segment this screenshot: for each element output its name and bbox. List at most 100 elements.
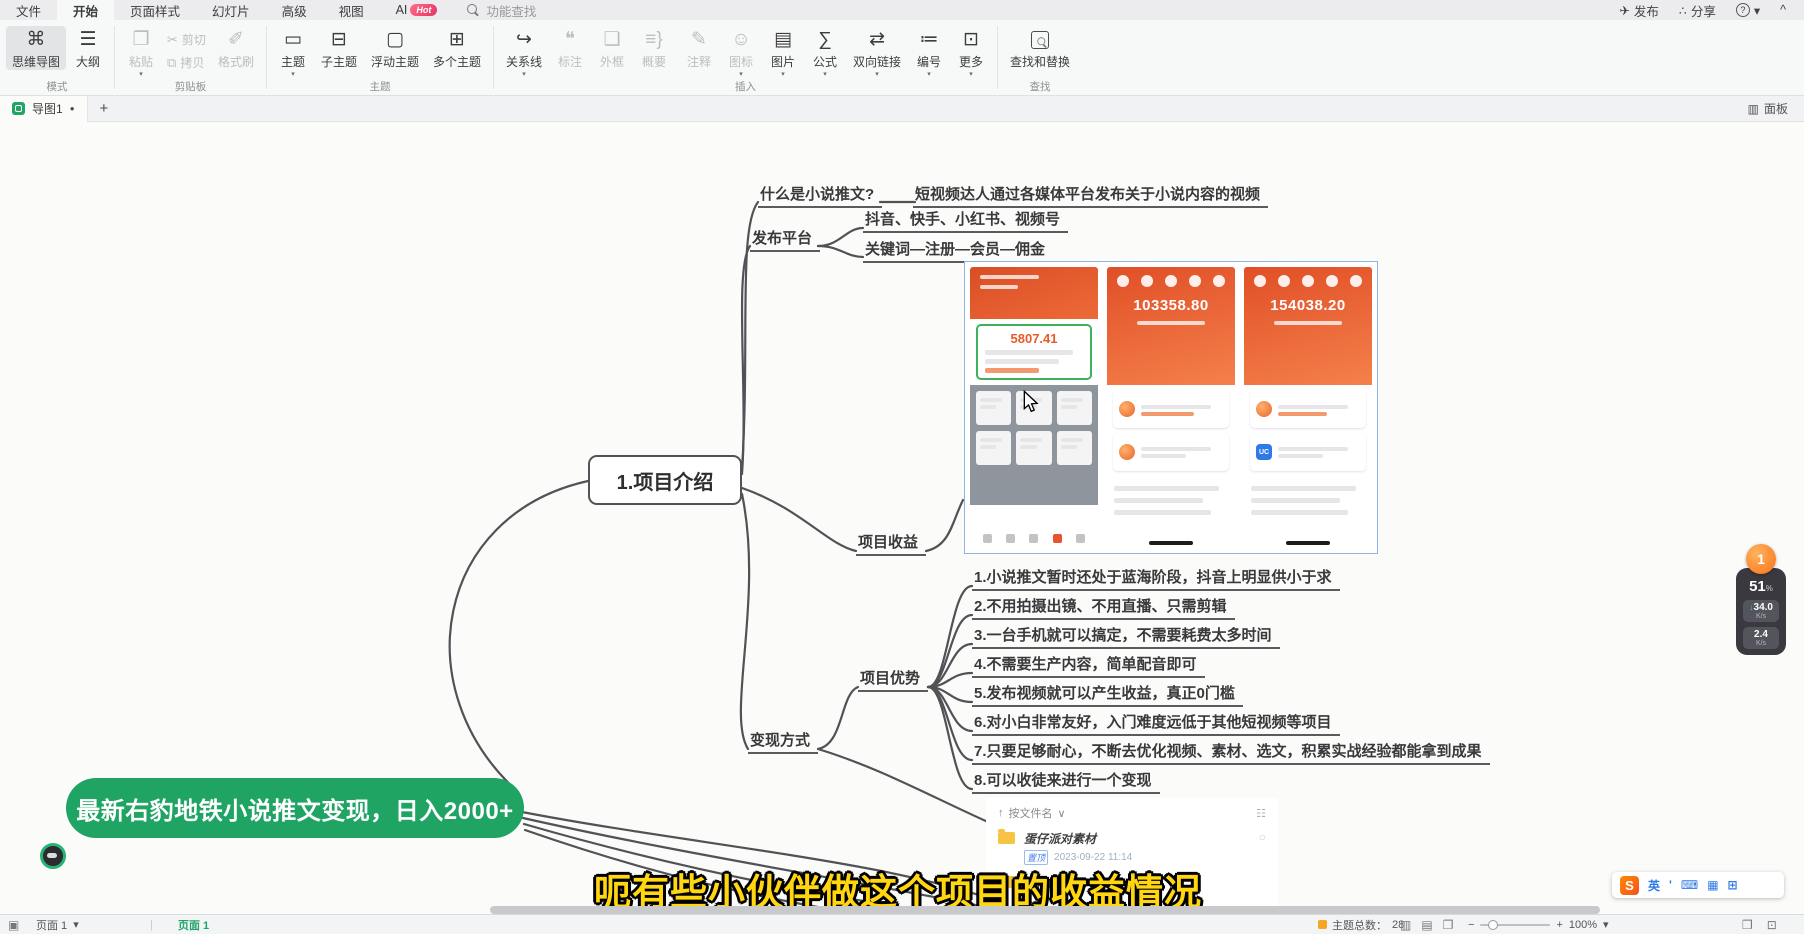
zoom-slider-knob[interactable] — [1488, 920, 1498, 930]
phone-screenshot-3: 154038.20 UC — [1244, 267, 1372, 548]
ribbon-group-topic: ▭ 主题 ▾ ⊟ 子主题 ▢ 浮动主题 ⊞ 多个主题 主题 — [267, 20, 493, 95]
find-replace-button[interactable]: 查找和替换 — [1004, 26, 1076, 70]
download-speed-chip: ↓34.0 K/s — [1743, 600, 1779, 622]
ime-toolbar[interactable]: S 英 ' ⌨ ▦ ⊞ — [1612, 872, 1784, 898]
ime-keyboard-icon[interactable]: ⌨ — [1681, 878, 1698, 892]
mascot-icon — [1119, 401, 1135, 417]
horizontal-scrollbar[interactable] — [490, 906, 1600, 914]
advantage-item-4[interactable]: 4.不需要生产内容，简单配音即可 — [972, 653, 1205, 678]
topic-answer[interactable]: 短视频达人通过各媒体平台发布关于小说内容的视频 — [913, 183, 1268, 208]
zoom-control: − + 100% ▾ — [1468, 915, 1609, 934]
mindmap-mode-button[interactable]: ⌘ 思维导图 — [6, 26, 66, 70]
folder-name: 蛋仔派对素材 — [1024, 830, 1132, 847]
menu-home[interactable]: 开始 — [57, 0, 114, 20]
paste-button[interactable]: ❐ 粘贴 ▾ — [121, 26, 161, 78]
menu-ai[interactable]: AI Hot — [380, 0, 454, 20]
floating-topic-button[interactable]: ▢ 浮动主题 — [365, 26, 425, 70]
ime-toolbox-icon[interactable]: ⊞ — [1728, 878, 1738, 892]
search-placeholder: 功能查找 — [486, 1, 536, 20]
zoom-level[interactable]: 100% — [1569, 919, 1597, 931]
topic-platform-child-2[interactable]: 关键词—注册—会员—佣金 — [863, 238, 1053, 263]
sort-label: 按文件名 — [1009, 805, 1053, 821]
topic-advantage[interactable]: 项目优势 — [858, 667, 928, 692]
collapse-ribbon-button[interactable]: ^ — [1772, 3, 1794, 17]
view-mode-2-icon[interactable]: ▤ — [1421, 918, 1432, 932]
map-tab-icon — [12, 102, 25, 115]
feature-search[interactable]: 功能查找 — [467, 1, 536, 20]
menu-file[interactable]: 文件 — [0, 0, 57, 20]
page-overview-icon[interactable]: ▣ — [8, 915, 19, 934]
ribbon-group-insert: ↪ 关系线 ▾ ❝ 标注 ❏ 外框 ≡} 概要 ✎ 注释 ☺ — [494, 20, 997, 95]
file-sort-row[interactable]: ↑ 按文件名 ∨ ☷ — [998, 805, 1266, 821]
sogou-logo-icon[interactable]: S — [1620, 876, 1639, 895]
frame-button[interactable]: ❏ 外框 — [592, 26, 632, 70]
ime-language-toggle[interactable]: 英 — [1648, 877, 1660, 894]
advantage-item-1[interactable]: 1.小说推文暂时还处于蓝海阶段，抖音上明显供小于求 — [972, 566, 1340, 591]
advantage-item-5[interactable]: 5.发布视频就可以产生收益，真正0门槛 — [972, 682, 1243, 707]
publish-button[interactable]: ✈ 发布 — [1611, 1, 1667, 20]
view-mode-1-icon[interactable]: ▥ — [1400, 918, 1411, 932]
group-label-topic: 主题 — [267, 79, 493, 94]
ribbon-group-mode: ⌘ 思维导图 ☰ 大纲 模式 — [0, 20, 114, 95]
multi-topic-button[interactable]: ⊞ 多个主题 — [427, 26, 487, 70]
topic-platform[interactable]: 发布平台 — [750, 227, 820, 252]
emoji-icon-button[interactable]: ☺ 图标 ▾ — [721, 26, 761, 78]
mindmap-canvas[interactable]: 1.项目介绍 什么是小说推文? 短视频达人通过各媒体平台发布关于小说内容的视频 … — [0, 0, 1804, 934]
ime-punctuation-icon[interactable]: ' — [1669, 878, 1672, 892]
add-tab-button[interactable]: + — [88, 100, 121, 117]
outline-mode-button[interactable]: ☰ 大纲 — [68, 26, 108, 70]
active-page-tab[interactable]: 页面 1 — [178, 915, 209, 934]
topic-question[interactable]: 什么是小说推文? — [758, 183, 882, 208]
view-mode-3-icon[interactable]: ❒ — [1443, 918, 1454, 932]
status-bar: ▣ 页面 1 ▾ | 页面 1 主题总数：28 ▥ ▤ ❒ − + 100% ▾… — [0, 914, 1804, 934]
help-icon: ? — [1736, 3, 1750, 17]
page-select-dropdown[interactable]: 页面 1 ▾ — [36, 915, 79, 934]
advantage-item-2[interactable]: 2.不用拍摄出镜、不用直播、只需剪辑 — [972, 595, 1235, 620]
topic-monetize[interactable]: 变现方式 — [748, 729, 818, 754]
subtopic-button[interactable]: ⊟ 子主题 — [315, 26, 363, 70]
note-button[interactable]: ✎ 注释 — [679, 26, 719, 70]
zoom-in-button[interactable]: + — [1556, 919, 1562, 931]
topic-button[interactable]: ▭ 主题 ▾ — [273, 26, 313, 78]
advantage-item-8[interactable]: 8.可以收徒来进行一个变现 — [972, 769, 1160, 794]
menu-page-style[interactable]: 页面样式 — [114, 0, 196, 20]
placeholder-card — [1057, 391, 1092, 425]
more-button[interactable]: ⊡ 更多 ▾ — [951, 26, 991, 78]
advantage-item-7[interactable]: 7.只要足够耐心，不断去优化视频、素材、选文，积累实战经验都能拿到成果 — [972, 740, 1490, 765]
topic-platform-child-1[interactable]: 抖音、快手、小红书、视频号 — [863, 208, 1068, 233]
mascot-icon — [1119, 444, 1135, 460]
callout-button[interactable]: ❝ 标注 — [550, 26, 590, 70]
root-topic-banner[interactable]: 最新右豹地铁小说推文变现，日入2000+ — [66, 778, 524, 838]
advantage-item-6[interactable]: 6.对小白非常友好，入门难度远低于其他短视频等项目 — [972, 711, 1340, 736]
central-topic[interactable]: 1.项目介绍 — [588, 455, 742, 505]
select-radio-icon[interactable]: ○ — [1259, 830, 1266, 844]
map-tab[interactable]: 导图1 ● — [0, 96, 88, 122]
relation-line-button[interactable]: ↪ 关系线 ▾ — [500, 26, 548, 78]
summary-button[interactable]: ≡} 概要 — [634, 26, 674, 70]
menu-slides[interactable]: 幻灯片 — [196, 0, 266, 20]
fullscreen-icon[interactable]: ❒ — [1742, 918, 1753, 932]
zoom-out-button[interactable]: − — [1468, 919, 1474, 931]
fit-window-icon[interactable]: ⊡ — [1767, 918, 1777, 932]
speed-monitor-widget[interactable]: 1 51% ↓34.0 K/s 2.4 K/s — [1736, 544, 1786, 655]
share-button[interactable]: ∴ 分享 — [1671, 1, 1724, 20]
copy-button[interactable]: ⧉ 拷贝 — [163, 53, 210, 72]
publish-icon: ✈ — [1619, 3, 1629, 18]
bidirectional-link-button[interactable]: ⇄ 双向链接 ▾ — [847, 26, 907, 78]
ime-handwriting-icon[interactable]: ▦ — [1707, 878, 1718, 892]
panel-toggle-button[interactable]: ▥ 面板 — [1748, 100, 1804, 117]
image-button[interactable]: ▤ 图片 ▾ — [763, 26, 803, 78]
formula-button[interactable]: ∑ 公式 ▾ — [805, 26, 845, 78]
menu-advanced[interactable]: 高级 — [266, 0, 323, 20]
advantage-item-3[interactable]: 3.一台手机就可以搞定，不需要耗费太多时间 — [972, 624, 1280, 649]
numbering-button[interactable]: ≔ 编号 ▾ — [909, 26, 949, 78]
cut-button[interactable]: ✂ 剪切 — [163, 30, 210, 49]
topic-income[interactable]: 项目收益 — [856, 531, 926, 556]
format-painter-button[interactable]: ✐ 格式刷 — [212, 26, 260, 70]
placeholder-card — [976, 391, 1011, 425]
file-row[interactable]: 蛋仔派对素材 置顶 2023-09-22 11:14 ○ — [998, 830, 1266, 865]
menu-view[interactable]: 视图 — [323, 0, 380, 20]
help-button[interactable]: ? ▾ — [1728, 3, 1768, 18]
zoom-slider[interactable] — [1480, 924, 1550, 926]
placeholder-bar — [980, 275, 1039, 279]
